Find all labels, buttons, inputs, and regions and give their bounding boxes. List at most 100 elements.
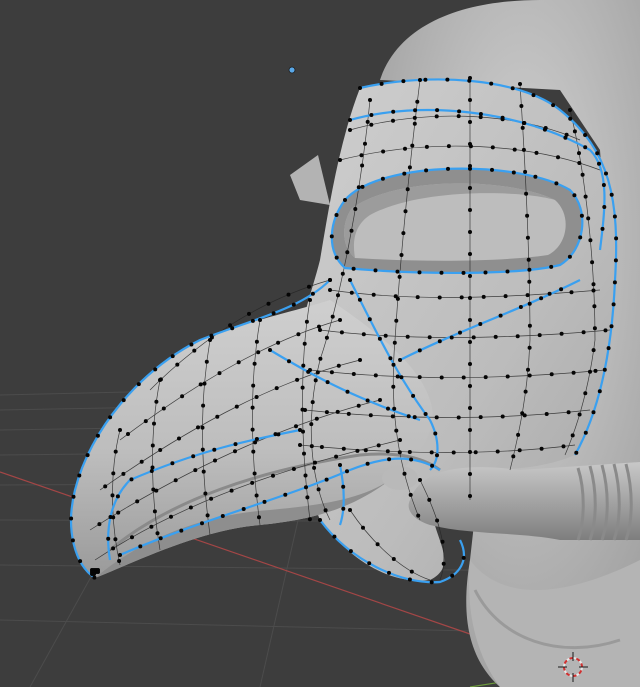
mesh-vertex[interactable] <box>602 367 607 372</box>
mesh-vertex[interactable] <box>489 81 494 86</box>
mesh-vertex[interactable] <box>268 348 272 352</box>
mesh-vertex[interactable] <box>446 144 451 149</box>
mesh-vertex[interactable] <box>500 414 505 419</box>
mesh-vertex[interactable] <box>468 186 472 190</box>
mesh-vertex[interactable] <box>361 525 365 530</box>
mesh-vertex[interactable] <box>583 133 588 137</box>
mesh-vertex[interactable] <box>304 319 309 324</box>
mesh-vertex[interactable] <box>407 450 412 454</box>
mesh-vertex[interactable] <box>341 446 346 451</box>
mesh-vertex[interactable] <box>437 295 442 300</box>
mesh-vertex[interactable] <box>549 264 554 269</box>
mesh-vertex[interactable] <box>126 432 130 436</box>
mesh-vertex[interactable] <box>424 168 429 173</box>
3d-viewport[interactable] <box>0 0 640 687</box>
mesh-vertex[interactable] <box>612 214 617 219</box>
mesh-vertex[interactable] <box>113 537 118 542</box>
mesh-vertex[interactable] <box>418 478 422 482</box>
mesh-vertex[interactable] <box>478 415 483 420</box>
mesh-vertex[interactable] <box>334 255 339 260</box>
mesh-vertex[interactable] <box>111 546 116 551</box>
mesh-vertex[interactable] <box>525 213 530 218</box>
mesh-vertex[interactable] <box>318 356 323 361</box>
mesh-vertex[interactable] <box>577 161 582 165</box>
mesh-vertex[interactable] <box>450 573 455 578</box>
mesh-vertex[interactable] <box>71 494 76 499</box>
mesh-vertex[interactable] <box>468 450 472 454</box>
mesh-vertex[interactable] <box>323 508 328 513</box>
mesh-vertex[interactable] <box>424 144 429 149</box>
mesh-vertex[interactable] <box>500 115 505 120</box>
mesh-vertex[interactable] <box>394 318 399 323</box>
mesh-vertex[interactable] <box>357 297 362 302</box>
mesh-vertex[interactable] <box>429 580 434 585</box>
mesh-vertex[interactable] <box>515 334 520 339</box>
mesh-vertex[interactable] <box>547 291 552 296</box>
mesh-vertex[interactable] <box>69 516 74 521</box>
mesh-vertex[interactable] <box>356 403 361 408</box>
mesh-vertex[interactable] <box>570 433 575 438</box>
mesh-vertex[interactable] <box>314 416 319 421</box>
mesh-vertex[interactable] <box>203 491 208 496</box>
mesh-vertex[interactable] <box>180 394 185 399</box>
mesh-vertex[interactable] <box>271 473 275 478</box>
mesh-vertex[interactable] <box>525 293 530 298</box>
mesh-vertex[interactable] <box>445 77 450 82</box>
mesh-vertex[interactable] <box>338 318 342 322</box>
mesh-vertex[interactable] <box>367 561 372 566</box>
mesh-vertex[interactable] <box>435 108 440 113</box>
mesh-vertex[interactable] <box>356 185 361 190</box>
mesh-vertex[interactable] <box>577 412 582 417</box>
mesh-vertex[interactable] <box>334 454 339 459</box>
mesh-vertex[interactable] <box>358 86 362 90</box>
mesh-vertex[interactable] <box>569 290 574 295</box>
mesh-vertex[interactable] <box>307 284 311 289</box>
mesh-vertex[interactable] <box>154 399 159 404</box>
mesh-vertex[interactable] <box>135 499 140 504</box>
mesh-vertex[interactable] <box>106 536 111 541</box>
mesh-vertex[interactable] <box>527 279 532 284</box>
mesh-vertex[interactable] <box>348 508 352 512</box>
mesh-vertex[interactable] <box>328 288 332 292</box>
mesh-vertex[interactable] <box>526 367 530 372</box>
mesh-vertex[interactable] <box>309 444 314 449</box>
mesh-vertex[interactable] <box>209 333 214 338</box>
mesh-vertex[interactable] <box>418 78 422 82</box>
mesh-vertex[interactable] <box>609 192 614 197</box>
mesh-vertex[interactable] <box>574 450 579 455</box>
mesh-vertex[interactable] <box>394 428 399 433</box>
mesh-vertex[interactable] <box>433 431 438 436</box>
mesh-vertex[interactable] <box>338 463 342 467</box>
mesh-vertex[interactable] <box>441 561 446 566</box>
mesh-vertex[interactable] <box>468 120 472 124</box>
mesh-vertex[interactable] <box>423 77 428 82</box>
mesh-vertex[interactable] <box>198 382 203 387</box>
mesh-vertex[interactable] <box>351 266 356 271</box>
mesh-vertex[interactable] <box>522 413 527 418</box>
mesh-vertex[interactable] <box>324 410 329 415</box>
mesh-vertex[interactable] <box>473 450 478 455</box>
mesh-vertex[interactable] <box>363 448 368 453</box>
mesh-vertex[interactable] <box>461 555 466 560</box>
mesh-vertex[interactable] <box>468 296 472 300</box>
mesh-vertex[interactable] <box>468 406 472 410</box>
mesh-vertex[interactable] <box>392 340 397 345</box>
mesh-vertex[interactable] <box>220 514 225 518</box>
mesh-vertex[interactable] <box>503 294 508 299</box>
mesh-vertex[interactable] <box>416 513 421 518</box>
mesh-vertex[interactable] <box>95 433 100 438</box>
mesh-vertex[interactable] <box>266 301 271 306</box>
mesh-vertex[interactable] <box>161 406 166 411</box>
mesh-vertex[interactable] <box>551 103 556 108</box>
mesh-vertex[interactable] <box>520 125 525 130</box>
mesh-vertex[interactable] <box>524 191 529 196</box>
mesh-vertex[interactable] <box>343 198 347 202</box>
mesh-vertex[interactable] <box>559 287 564 292</box>
mesh-vertex[interactable] <box>449 335 454 340</box>
mesh-vertex[interactable] <box>192 348 197 353</box>
mesh-vertex[interactable] <box>409 457 414 462</box>
mesh-vertex[interactable] <box>386 406 390 411</box>
mesh-vertex[interactable] <box>258 318 262 322</box>
mesh-vertex[interactable] <box>468 252 472 256</box>
mesh-vertex[interactable] <box>138 544 143 549</box>
